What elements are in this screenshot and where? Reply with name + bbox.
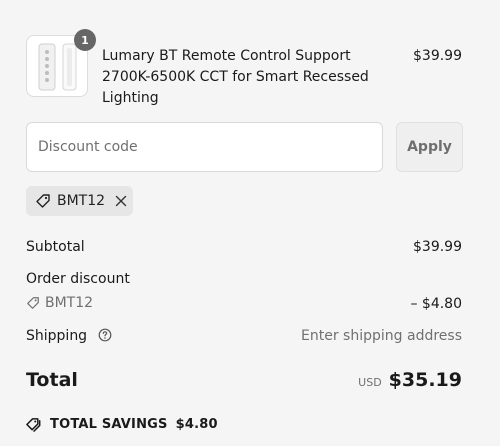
tags-icon [26,418,41,432]
applied-discount-chip: BMT12 [26,186,133,216]
close-icon [115,195,127,207]
applied-code-label: BMT12 [57,193,106,209]
apply-button[interactable]: Apply [396,122,463,172]
total-savings-value: $4.80 [175,417,218,432]
order-discount-code-row: BMT12 [26,295,93,311]
tag-icon [27,297,39,309]
total-value: $35.19 [388,369,462,391]
shipping-label: Shipping [26,328,88,344]
total-amount: USD $35.19 [358,369,462,391]
tag-icon [36,194,50,208]
help-icon[interactable] [98,328,112,342]
subtotal-value: $39.99 [413,239,462,255]
quantity-badge: 1 [74,29,96,51]
product-price: $39.99 [413,48,462,64]
remove-discount-button[interactable] [113,193,129,209]
product-title: Lumary BT Remote Control Support 2700K-6… [102,48,369,106]
order-discount-value: – $4.80 [410,296,462,312]
total-label: Total [26,369,78,391]
currency-code: USD [358,376,382,389]
order-discount-label: Order discount [26,271,130,287]
shipping-value: Enter shipping address [301,328,462,344]
discount-code-input[interactable] [26,122,383,172]
order-discount-code: BMT12 [45,295,94,311]
subtotal-label: Subtotal [26,239,85,255]
total-savings: TOTAL SAVINGS $4.80 [26,416,218,433]
shipping-row: Shipping [26,327,112,345]
total-savings-label: TOTAL SAVINGS [50,417,168,432]
